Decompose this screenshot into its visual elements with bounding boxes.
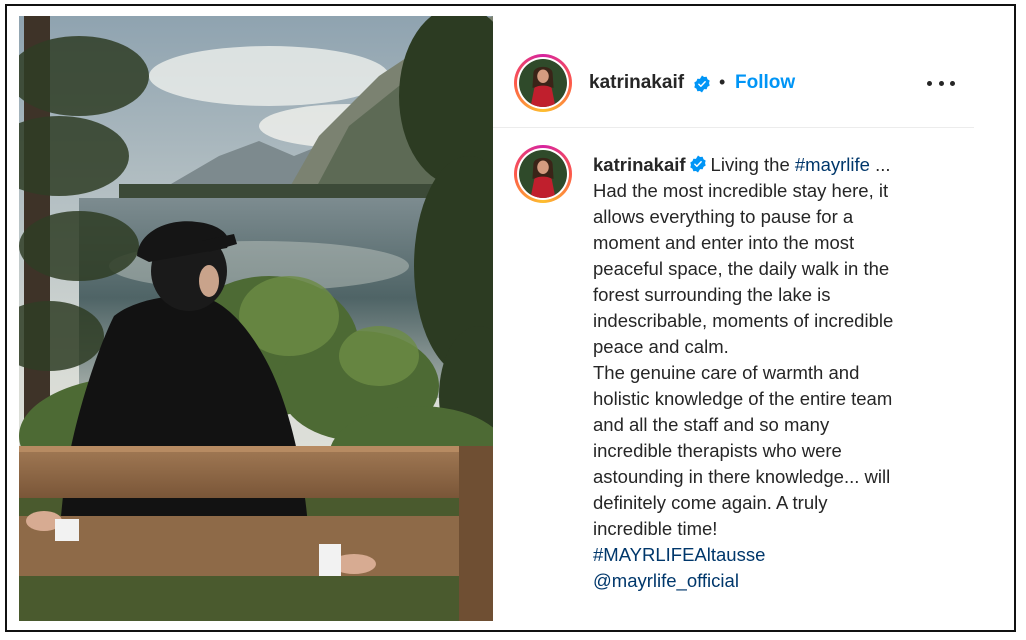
post-frame: katrinakaif • Follow katrinakaif Living …: [5, 4, 1016, 632]
post-caption: katrinakaif Living the #mayrlife ... Had …: [593, 152, 973, 594]
caption-line: and all the staff and so many: [593, 414, 830, 435]
caption-intro: Living the: [710, 154, 790, 175]
caption-ellipsis: ...: [869, 154, 891, 175]
username-link[interactable]: katrinakaif: [589, 72, 684, 94]
follow-button[interactable]: Follow: [735, 72, 795, 94]
mention-link[interactable]: @mayrlife_official: [593, 568, 973, 594]
caption-avatar-ring[interactable]: [514, 145, 572, 203]
post-sidebar: katrinakaif • Follow katrinakaif Living …: [493, 16, 983, 621]
verified-badge-icon: [693, 75, 711, 93]
caption-line: peaceful space, the daily walk in the: [593, 258, 890, 279]
post-photo[interactable]: [19, 16, 493, 621]
caption-line: The genuine care of warmth and: [593, 362, 860, 383]
caption-line: forest surrounding the lake is: [593, 284, 831, 305]
caption-first-line: katrinakaif Living the #mayrlife ...: [593, 152, 973, 178]
caption-line: definitely come again. A truly: [593, 492, 828, 513]
caption-username-link[interactable]: katrinakaif: [593, 154, 686, 175]
post-header: katrinakaif • Follow: [493, 16, 974, 128]
avatar: [519, 59, 567, 107]
caption-avatar: [519, 150, 567, 198]
caption-line: indescribable, moments of incredible: [593, 310, 894, 331]
hashtag-link[interactable]: #MAYRLIFEAltausse: [593, 542, 973, 568]
caption-verified-badge-icon: [689, 154, 707, 173]
avatar-story-ring[interactable]: [514, 54, 572, 112]
caption-line: peace and calm.: [593, 336, 729, 357]
lake-photo-illustration: [19, 16, 493, 621]
hashtag-mayrlife-link[interactable]: #mayrlife: [795, 154, 870, 175]
caption-line: astounding in there knowledge... will: [593, 466, 891, 487]
caption-line: moment and enter into the most: [593, 232, 855, 253]
caption-line: incredible time!: [593, 518, 718, 539]
more-options-icon[interactable]: [927, 71, 955, 95]
caption-line: Had the most incredible stay here, it: [593, 180, 889, 201]
separator-dot: •: [719, 72, 726, 92]
caption-line: holistic knowledge of the entire team: [593, 388, 893, 409]
caption-line: incredible therapists who were: [593, 440, 842, 461]
caption-line: allows everything to pause for a: [593, 206, 854, 227]
